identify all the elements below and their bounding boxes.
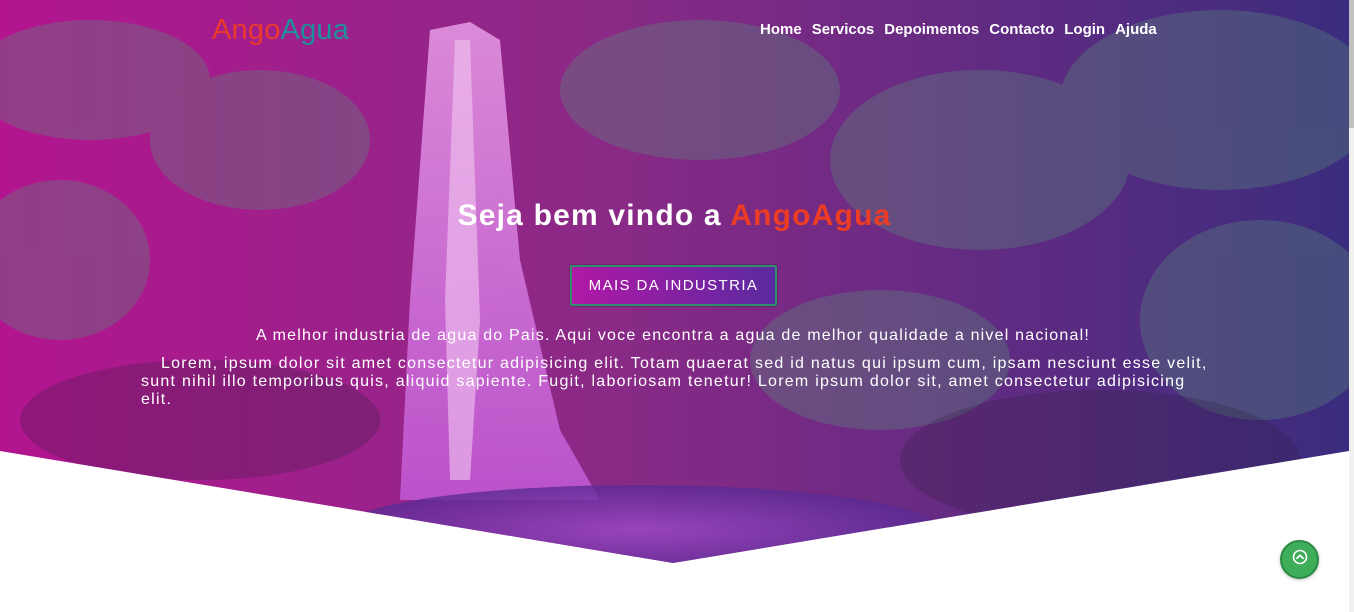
chevron-up-circle-icon: [1292, 549, 1308, 570]
site-logo[interactable]: AngoAgua: [212, 14, 349, 47]
hero-title-brand: AngoAgua: [730, 199, 892, 232]
main-nav: Home Servicos Depoimentos Contacto Login…: [760, 21, 1157, 38]
page-scrollbar-thumb[interactable]: [1349, 0, 1354, 128]
hero-body-text: Lorem, ipsum dolor sit amet consectetur …: [141, 355, 1208, 408]
hero-lead-text: A melhor industria de agua do Pais. Aqui…: [256, 327, 1090, 344]
scroll-to-top-button[interactable]: [1280, 540, 1319, 579]
navbar: AngoAgua Home Servicos Depoimentos Conta…: [0, 0, 1349, 60]
nav-link-servicos[interactable]: Servicos: [812, 21, 875, 38]
nav-link-login[interactable]: Login: [1064, 21, 1105, 38]
nav-link-contacto[interactable]: Contacto: [989, 21, 1054, 38]
logo-part-agua: Agua: [280, 14, 350, 46]
logo-part-ango: Ango: [212, 14, 281, 46]
nav-link-depoimentos[interactable]: Depoimentos: [884, 21, 979, 38]
hero-title-prefix: Seja bem vindo a: [457, 199, 731, 232]
mais-da-industria-button[interactable]: MAIS DA INDUSTRIA: [570, 265, 777, 306]
hero-title: Seja bem vindo a AngoAgua: [0, 199, 1349, 233]
nav-link-home[interactable]: Home: [760, 21, 802, 38]
nav-link-ajuda[interactable]: Ajuda: [1115, 21, 1157, 38]
